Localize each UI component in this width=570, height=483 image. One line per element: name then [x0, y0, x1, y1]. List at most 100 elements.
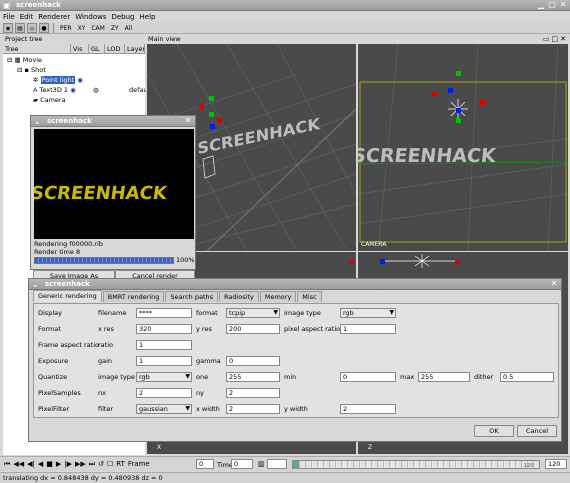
tab-memory[interactable]: Memory [259, 291, 297, 302]
collapse-icon[interactable]: ⊟ [7, 56, 12, 64]
ny-input[interactable]: 2 [226, 388, 280, 398]
cancel-button[interactable]: Cancel [517, 425, 557, 437]
view-zy-button[interactable]: ZY [109, 23, 121, 33]
stop-icon[interactable]: ■ [46, 459, 53, 469]
loop-icon[interactable]: ↺ [98, 459, 104, 469]
ratio-input[interactable]: 1 [136, 340, 192, 350]
shot-icon: ▪ [24, 66, 29, 74]
close-icon[interactable]: ✕ [550, 280, 558, 288]
xwidth-input[interactable]: 2 [226, 404, 280, 414]
one-input[interactable]: 255 [226, 372, 280, 382]
view-all-button[interactable]: All [123, 23, 134, 33]
realtime-checkbox[interactable]: ☐ [107, 459, 113, 469]
start-frame-input[interactable] [267, 459, 287, 469]
open-icon[interactable]: ▤ [15, 22, 25, 33]
first-frame-icon[interactable]: ⏮ [4, 459, 10, 469]
trash-icon[interactable]: ▥ [258, 460, 265, 468]
play-icon[interactable]: ▶ [56, 459, 61, 469]
format-select[interactable]: tcpip ▼ [226, 308, 280, 318]
quantize-type-select[interactable]: rgb ▼ [136, 372, 192, 382]
collapse-icon[interactable]: ⊟ [17, 66, 22, 74]
play-reverse-icon[interactable]: ◀ [38, 459, 43, 469]
ywidth-input[interactable]: 2 [340, 404, 396, 414]
gamma-input[interactable]: 0 [226, 356, 280, 366]
image-type-select[interactable]: rgb ▼ [340, 308, 396, 318]
xres-input[interactable]: 320 [136, 324, 192, 334]
camera-object[interactable] [202, 155, 216, 179]
tree-item-camera[interactable]: ▰ Camera [33, 95, 66, 105]
settings-title-bar[interactable]: ⌄ screenhack ✕ [29, 279, 561, 290]
menu-help[interactable]: Help [140, 13, 156, 21]
tab-misc[interactable]: Misc [297, 291, 322, 302]
col-layer[interactable]: Layer [125, 44, 145, 53]
tree-item-label: Point light [40, 76, 76, 84]
frame-input[interactable]: 0 [196, 459, 214, 469]
minimize-icon[interactable]: ▁ [537, 1, 545, 9]
new-icon[interactable]: ▫ [27, 22, 37, 33]
visibility-eye-icon[interactable]: ◉ [70, 86, 76, 94]
prev-frame-icon[interactable]: ◀| [27, 459, 35, 469]
pixel-aspect-ratio-input[interactable]: 1 [340, 324, 396, 334]
menu-renderer[interactable]: Renderer [38, 13, 70, 21]
tree-item-movie[interactable]: ⊟ ▦ Movie [7, 55, 42, 65]
max-input[interactable]: 255 [418, 372, 470, 382]
nx-input[interactable]: 2 [136, 388, 192, 398]
view-per-button[interactable]: PER [58, 23, 74, 33]
light-gizmo[interactable] [199, 96, 222, 129]
view-maximize-icon[interactable]: □ [552, 35, 559, 43]
col-tree[interactable]: Tree [3, 44, 71, 53]
label-filename: filename [98, 309, 127, 317]
yres-input[interactable]: 200 [226, 324, 280, 334]
prev-key-icon[interactable]: ◀◀ [13, 459, 24, 469]
menu-windows[interactable]: Windows [75, 13, 106, 21]
dither-input[interactable]: 0.5 [500, 372, 554, 382]
view-close-icon[interactable]: ✕ [560, 35, 566, 43]
tab-generic-rendering[interactable]: Generic rendering [33, 290, 102, 302]
view-xy-button[interactable]: XY [76, 23, 88, 33]
visibility-eye-icon[interactable]: ◉ [77, 76, 83, 84]
end-frame-input[interactable]: 120 [545, 459, 567, 469]
render-icon[interactable]: ● [39, 22, 49, 33]
min-input[interactable]: 0 [340, 372, 396, 382]
save-icon[interactable]: ▪ [3, 22, 13, 33]
col-vis[interactable]: Vis [71, 44, 89, 53]
tree-item-text3d[interactable]: A Text3D 1 ◉ ◍ defau [33, 85, 148, 95]
viewport-camera[interactable]: SCREENHACK CAMERA [358, 44, 568, 251]
view-cam-button[interactable]: CAM [89, 23, 106, 33]
tree-item-shot[interactable]: ⊟ ▪ Shot [17, 65, 46, 75]
maximize-icon[interactable]: □ [548, 1, 556, 9]
col-gl[interactable]: GL [89, 44, 105, 53]
render-title-bar[interactable]: ⌄ screenhack ✕ [31, 116, 195, 127]
tab-bmrt-rendering[interactable]: BMRT rendering [102, 291, 165, 302]
filename-input[interactable]: **** [136, 308, 192, 318]
layer-value: defau [129, 86, 148, 94]
window-menu-icon[interactable]: ⌄ [34, 118, 42, 126]
close-icon[interactable]: ✕ [559, 1, 567, 9]
last-frame-icon[interactable]: ⏭ [89, 459, 95, 469]
movie-icon: ▦ [14, 56, 21, 64]
tab-radiosity[interactable]: Radiosity [219, 291, 259, 302]
menu-file[interactable]: File [3, 13, 15, 21]
label-max: max [400, 373, 415, 381]
tab-search-paths[interactable]: Search paths [165, 291, 218, 302]
view-minimize-icon[interactable]: ▭ [543, 35, 550, 43]
gain-input[interactable]: 1 [136, 356, 192, 366]
tree-item-label: Camera [40, 96, 66, 104]
filter-select[interactable]: gaussian ▼ [136, 404, 192, 414]
render-window-title: screenhack [47, 117, 92, 125]
ok-button[interactable]: OK [474, 425, 514, 437]
col-lod[interactable]: LOD [105, 44, 125, 53]
next-frame-icon[interactable]: |▶ [64, 459, 72, 469]
menu-edit[interactable]: Edit [20, 13, 34, 21]
menu-debug[interactable]: Debug [111, 13, 134, 21]
close-icon[interactable]: ✕ [184, 117, 192, 125]
timeline-bar: ⏮ ◀◀ ◀| ◀ ■ ▶ |▶ ▶▶ ⏭ ↺ ☐ RT Frame 0 Tim… [0, 456, 570, 471]
time-input[interactable]: 0 [231, 459, 253, 469]
timeline-slider-handle[interactable] [293, 461, 299, 468]
main-title-bar[interactable]: ▣ screenhack ▁ □ ✕ [0, 0, 570, 11]
next-key-icon[interactable]: ▶▶ [75, 459, 86, 469]
timeline-slider[interactable] [292, 460, 540, 469]
lod-icon[interactable]: ◍ [93, 85, 99, 95]
tree-item-point-light[interactable]: ✲ Point light ◉ [33, 75, 83, 85]
window-menu-icon[interactable]: ⌄ [32, 281, 40, 289]
